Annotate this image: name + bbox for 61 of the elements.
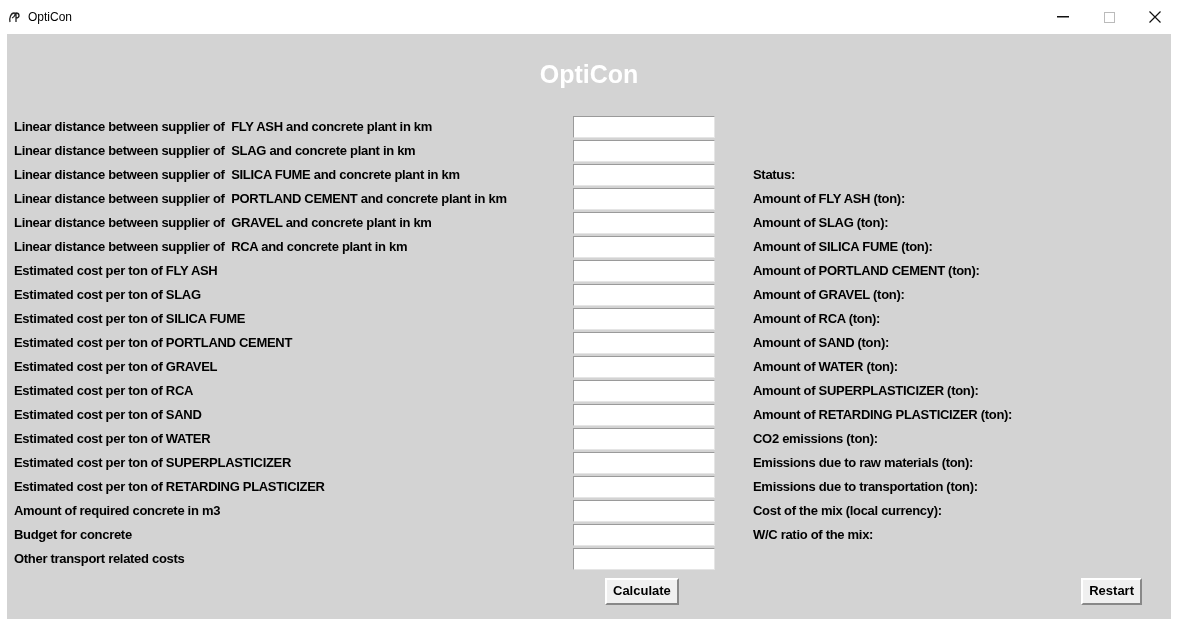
result-label: Emissions due to transportation (ton): bbox=[753, 478, 979, 497]
result-label: Amount of FLY ASH (ton): bbox=[753, 190, 906, 209]
field-label: Estimated cost per ton of RETARDING PLASTICIZER bbox=[14, 478, 326, 497]
input-field[interactable] bbox=[573, 260, 715, 282]
input-field[interactable] bbox=[573, 380, 715, 402]
input-field[interactable] bbox=[573, 188, 715, 210]
input-field[interactable] bbox=[573, 404, 715, 426]
field-label: Estimated cost per ton of SAND bbox=[14, 406, 203, 425]
result-label: Cost of the mix (local currency): bbox=[753, 502, 943, 521]
close-icon bbox=[1149, 11, 1161, 23]
field-label: Linear distance between supplier of SILICA FUME and concrete plant in km bbox=[14, 166, 461, 185]
result-label: Amount of SLAG (ton): bbox=[753, 214, 890, 233]
input-field[interactable] bbox=[573, 116, 715, 138]
field-label: Estimated cost per ton of SILICA FUME bbox=[14, 310, 247, 329]
result-label: Status: bbox=[753, 166, 796, 185]
field-label: Estimated cost per ton of PORTLAND CEMENT bbox=[14, 334, 294, 353]
field-label: Estimated cost per ton of RCA bbox=[14, 382, 195, 401]
maximize-icon bbox=[1103, 11, 1115, 23]
input-field[interactable] bbox=[573, 548, 715, 570]
field-label: Linear distance between supplier of SLAG and concrete plant in km bbox=[14, 142, 417, 161]
input-field[interactable] bbox=[573, 308, 715, 330]
result-label: Amount of RCA (ton): bbox=[753, 310, 882, 329]
result-label: Amount of SAND (ton): bbox=[753, 334, 890, 353]
restart-button[interactable]: Restart bbox=[1081, 577, 1142, 605]
input-field[interactable] bbox=[573, 236, 715, 258]
result-label: CO2 emissions (ton): bbox=[753, 430, 879, 449]
input-field[interactable] bbox=[573, 356, 715, 378]
input-field[interactable] bbox=[573, 164, 715, 186]
calculate-button[interactable]: Calculate bbox=[605, 577, 679, 605]
app-icon bbox=[8, 10, 22, 24]
result-label: Amount of RETARDING PLASTICIZER (ton): bbox=[753, 406, 1014, 425]
field-label: Estimated cost per ton of WATER bbox=[14, 430, 212, 449]
input-field[interactable] bbox=[573, 332, 715, 354]
field-label: Estimated cost per ton of GRAVEL bbox=[14, 358, 219, 377]
field-label: Amount of required concrete in m3 bbox=[14, 502, 222, 521]
result-label: Amount of SUPERPLASTICIZER (ton): bbox=[753, 382, 980, 401]
input-field[interactable] bbox=[573, 500, 715, 522]
result-label: Amount of PORTLAND CEMENT (ton): bbox=[753, 262, 981, 281]
field-label: Linear distance between supplier of FLY ASH and concrete plant in km bbox=[14, 118, 434, 137]
field-label: Linear distance between supplier of PORTLAND CEMENT and concrete plant in km bbox=[14, 190, 508, 209]
result-label: Amount of WATER (ton): bbox=[753, 358, 899, 377]
result-label: Emissions due to raw materials (ton): bbox=[753, 454, 975, 473]
input-field[interactable] bbox=[573, 452, 715, 474]
input-field[interactable] bbox=[573, 428, 715, 450]
input-field[interactable] bbox=[573, 284, 715, 306]
field-label: Other transport related costs bbox=[14, 550, 186, 569]
result-label: Amount of GRAVEL (ton): bbox=[753, 286, 906, 305]
field-label: Estimated cost per ton of SUPERPLASTICIZER bbox=[14, 454, 293, 473]
window-title: OptiCon bbox=[28, 9, 73, 26]
input-field[interactable] bbox=[573, 476, 715, 498]
field-label: Estimated cost per ton of FLY ASH bbox=[14, 262, 219, 281]
input-field[interactable] bbox=[573, 212, 715, 234]
minimize-icon bbox=[1057, 16, 1069, 18]
result-label: W/C ratio of the mix: bbox=[753, 526, 875, 545]
input-field[interactable] bbox=[573, 524, 715, 546]
input-field[interactable] bbox=[573, 140, 715, 162]
field-label: Linear distance between supplier of GRAVEL and concrete plant in km bbox=[14, 214, 433, 233]
result-label: Amount of SILICA FUME (ton): bbox=[753, 238, 934, 257]
field-label: Estimated cost per ton of SLAG bbox=[14, 286, 202, 305]
field-label: Budget for concrete bbox=[14, 526, 133, 545]
field-label: Linear distance between supplier of RCA and concrete plant in km bbox=[14, 238, 409, 257]
